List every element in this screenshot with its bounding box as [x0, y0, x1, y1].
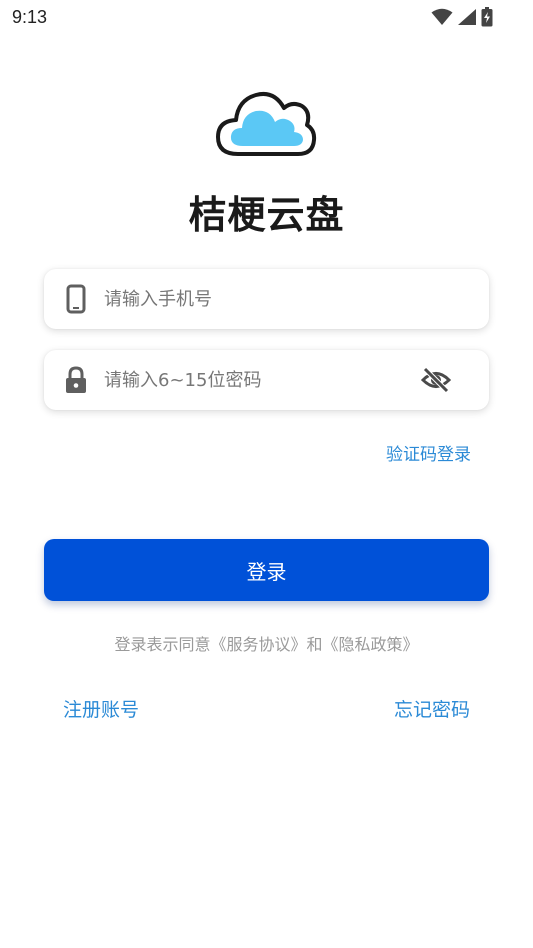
password-field[interactable]: [44, 350, 489, 410]
login-button[interactable]: 登录: [44, 539, 489, 601]
app-title: 桔梗云盘: [188, 193, 345, 237]
eye-off-icon[interactable]: [421, 366, 451, 394]
agreement-text: 登录表示同意《服务协议》和《隐私政策》: [114, 635, 419, 654]
status-time: 9:13: [12, 7, 48, 27]
forgot-password-link[interactable]: 忘记密码: [394, 695, 470, 722]
phone-icon: [66, 284, 86, 314]
phone-input[interactable]: [104, 281, 404, 317]
password-input[interactable]: [104, 362, 404, 398]
status-bar: 9:13: [0, 0, 533, 36]
lock-icon: [66, 366, 86, 393]
battery-charging-icon: [481, 7, 493, 27]
cloud-icon: [216, 91, 317, 156]
status-icons: [431, 6, 493, 28]
phone-field[interactable]: [44, 269, 489, 329]
wifi-icon: [431, 8, 453, 25]
sms-code-login-link[interactable]: 验证码登录: [386, 440, 471, 465]
cellular-signal-icon: [458, 9, 476, 25]
register-link[interactable]: 注册账号: [63, 695, 139, 722]
